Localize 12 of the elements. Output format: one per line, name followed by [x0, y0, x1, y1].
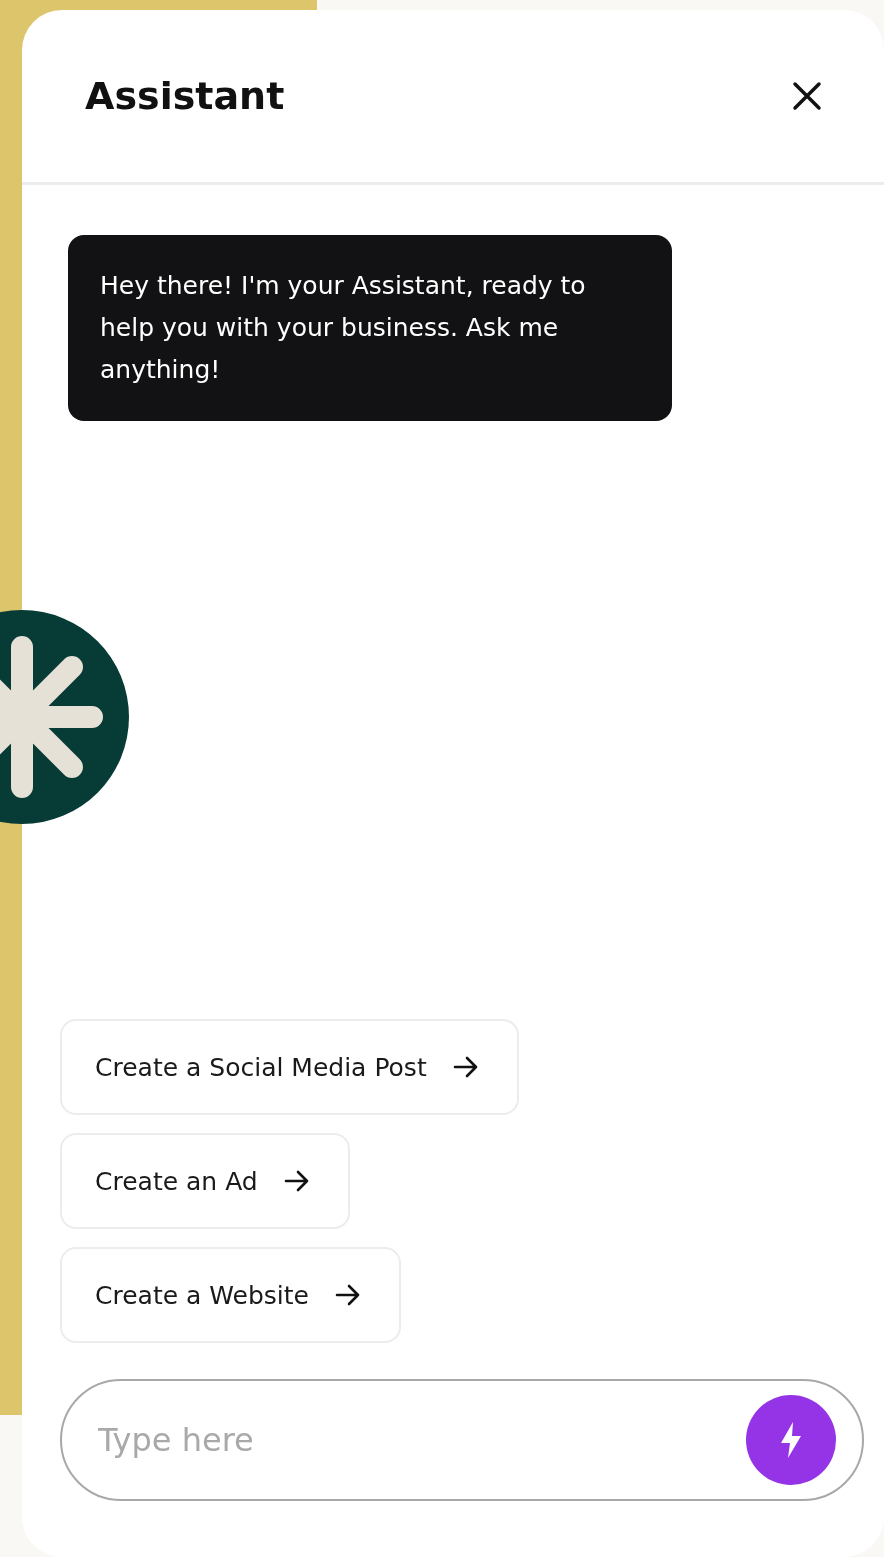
arrow-icon [283, 1170, 310, 1192]
message-input[interactable]: Type here [96, 1420, 746, 1460]
arrow-icon [452, 1056, 479, 1078]
arrow-icon [334, 1284, 361, 1306]
suggestion-button[interactable]: Create a Social Media Post [60, 1019, 519, 1115]
lightning-icon [780, 1422, 802, 1458]
close-icon [792, 81, 822, 111]
assistant-message: Hey there! I'm your Assistant, ready to help you with your business. Ask me anything! [68, 235, 672, 421]
panel-title: Assistant [85, 74, 285, 118]
suggestion-button[interactable]: Create a Website [60, 1247, 401, 1343]
message-field[interactable]: Type here [60, 1379, 864, 1501]
suggestion-button[interactable]: Create an Ad [60, 1133, 350, 1229]
